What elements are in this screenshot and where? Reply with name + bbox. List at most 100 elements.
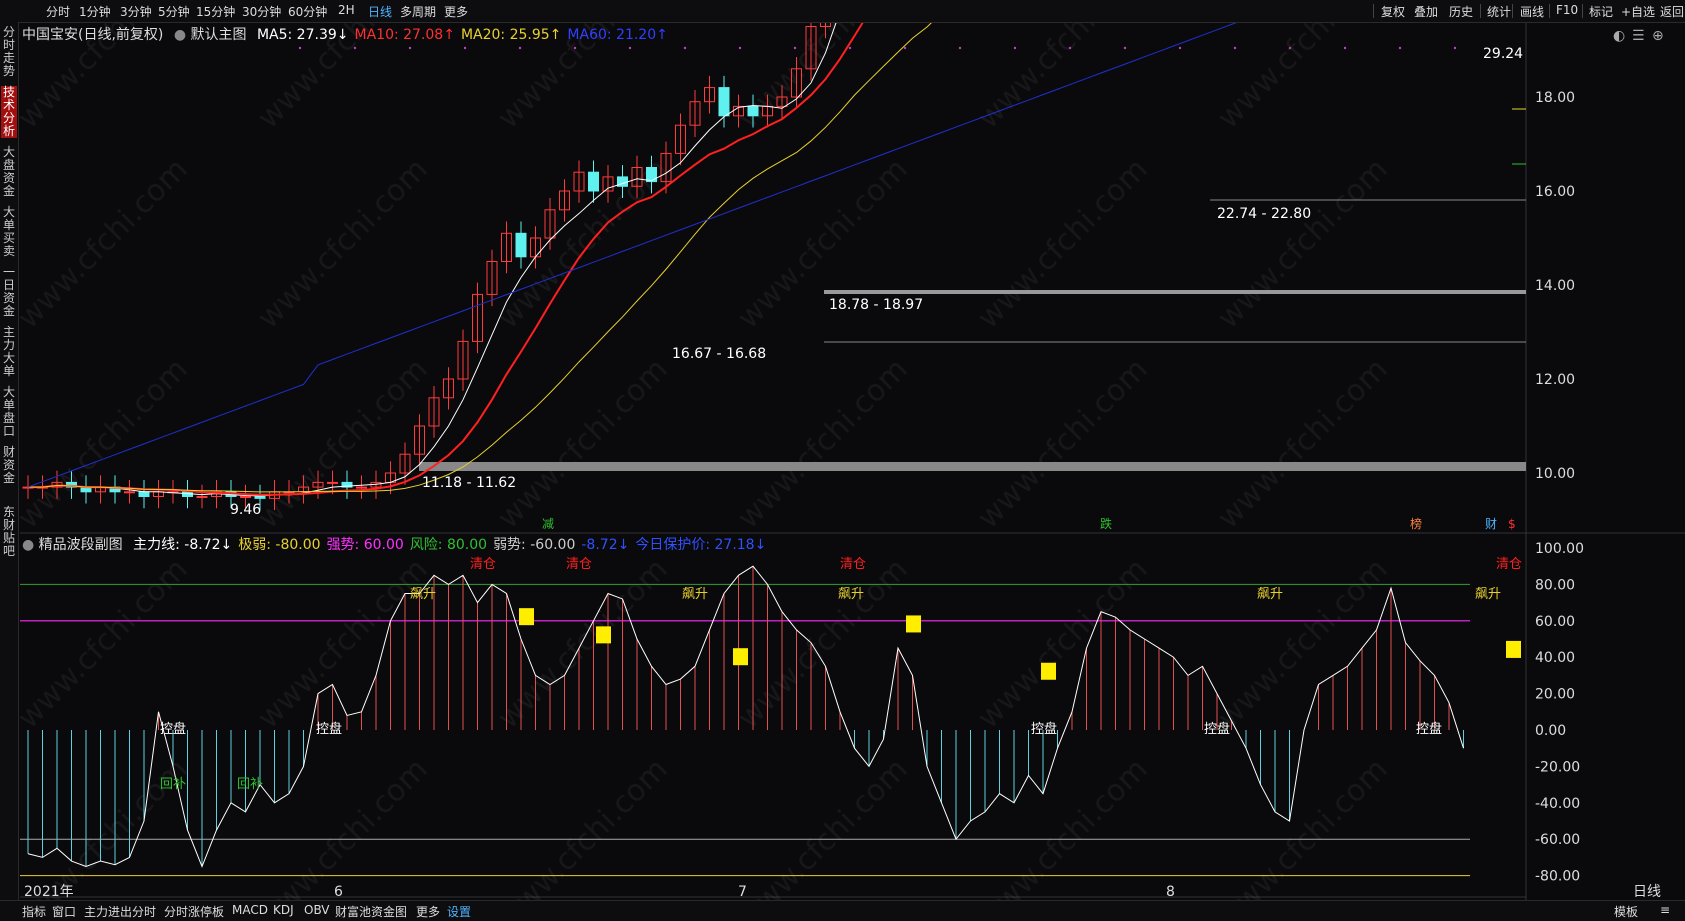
signal-dot (1288, 46, 1292, 50)
tab-15min[interactable]: 15分钟 (196, 3, 235, 20)
sub-tick-label: -20.00 (1535, 759, 1580, 775)
draw-line-button[interactable]: 画线 (1520, 3, 1544, 20)
tab-30min[interactable]: 30分钟 (242, 3, 281, 20)
signal-square (1041, 662, 1056, 680)
template-button[interactable]: 模板 (1614, 903, 1638, 920)
tab-settings[interactable]: 设置 (447, 903, 471, 920)
sidebar-item-market-fund[interactable]: 大盘资金 (1, 146, 17, 198)
tab-indicator[interactable]: 指标 (22, 903, 46, 920)
tab-2h[interactable]: 2H (338, 3, 355, 17)
sidebar-item-day-fund[interactable]: 一日资金 (1, 266, 17, 318)
sidebar-item-big-order[interactable]: 大单买卖 (1, 206, 17, 258)
price-tick-label: 10.00 (1535, 466, 1575, 482)
candle-body (196, 496, 208, 498)
tab-timeshare[interactable]: 分时 (46, 3, 70, 20)
signal-dot (463, 46, 467, 50)
event-marker: $ (1508, 517, 1516, 531)
signal-dot (298, 46, 302, 50)
candle-body (515, 232, 527, 258)
buyback-label: 回补 (237, 777, 263, 792)
tab-wealth-pool[interactable]: 财富池资金图 (335, 903, 407, 920)
mark-button[interactable]: 标记 (1589, 3, 1613, 20)
control-label: 控盘 (1416, 721, 1442, 737)
tab-60min[interactable]: 60分钟 (288, 3, 327, 20)
sub-tick-label: -80.00 (1535, 869, 1580, 885)
control-label: 控盘 (1031, 721, 1057, 737)
ma-field: MA20: 25.95↑ (460, 27, 562, 43)
signal-dot (518, 46, 522, 50)
tab-5min[interactable]: 5分钟 (158, 3, 190, 20)
tab-daily[interactable]: 日线 (368, 3, 392, 20)
signal-dot (848, 46, 852, 50)
signal-dot (1178, 46, 1182, 50)
control-label: 控盘 (160, 721, 186, 737)
watermark-text: www.cfchi.com (251, 152, 435, 336)
clear-label: 清仓 (470, 557, 496, 572)
stock-title: 中国宝安(日线,前复权) (22, 27, 164, 43)
signal-dot (1068, 46, 1072, 50)
candle-body (327, 481, 338, 484)
tab-limit-up[interactable]: 分时涨停板 (164, 903, 224, 920)
watermark-text: www.cfchi.com (731, 352, 915, 536)
watermark-text: www.cfchi.com (731, 752, 915, 920)
watermark-text: www.cfchi.com (491, 752, 675, 920)
sidebar-item-forum[interactable]: 东财贴吧 (1, 506, 17, 558)
add-watchlist-button[interactable]: +自选 (1621, 3, 1655, 20)
signal-dot (683, 46, 687, 50)
rise-label: 飙升 (1475, 586, 1501, 602)
tab-window[interactable]: 窗口 (52, 903, 76, 920)
watermark-text: www.cfchi.com (11, 152, 195, 336)
overlay-button[interactable]: 叠加 (1414, 3, 1438, 20)
sub-settings-icon[interactable]: ● (22, 537, 34, 553)
annotation-range: 16.67 - 16.68 (672, 346, 766, 362)
main-chart-mode[interactable]: 默认主图 (191, 27, 247, 43)
xaxis-label: 6 (334, 884, 343, 900)
signal-dot (1398, 46, 1402, 50)
sidebar-item-main-order[interactable]: 主力大单 (1, 326, 17, 378)
candle-body (124, 491, 135, 494)
watermark-text: www.cfchi.com (731, 552, 915, 736)
fuquan-button[interactable]: 复权 (1381, 3, 1405, 20)
candle-body (718, 87, 730, 117)
sidebar-item-timeshare[interactable]: 分时走势 (1, 26, 17, 78)
stats-button[interactable]: 统计 (1487, 3, 1511, 20)
tab-3min[interactable]: 3分钟 (120, 3, 152, 20)
watermark-text: www.cfchi.com (1211, 152, 1395, 336)
tab-macd[interactable]: MACD (232, 903, 268, 917)
settings-icon[interactable]: ● (174, 27, 186, 43)
ma-field: MA10: 27.08↑ (354, 27, 455, 43)
history-button[interactable]: 历史 (1449, 3, 1473, 20)
menu-icon[interactable]: ≡ (1660, 903, 1670, 917)
back-button[interactable]: 返回 (1660, 3, 1684, 20)
rise-label: 飙升 (1257, 586, 1283, 602)
xaxis-label: 8 (1166, 884, 1175, 900)
sidebar-item-technical[interactable]: 技术分析 (1, 86, 17, 138)
signal-square (519, 608, 534, 626)
signal-dot (1453, 46, 1457, 50)
tab-multi-period[interactable]: 多周期 (400, 3, 436, 20)
chart-canvas[interactable]: www.cfchi.comwww.cfchi.comwww.cfchi.comw… (0, 0, 1685, 920)
event-marker: 财 (1485, 517, 1497, 531)
sidebar-item-fund[interactable]: 财资金 (1, 446, 17, 485)
sub-field: 极弱: -80.00 (238, 537, 321, 553)
signal-dot (1013, 46, 1017, 50)
price-tick-label: 12.00 (1535, 372, 1575, 388)
sub-chart-title[interactable]: 精品波段副图 (39, 537, 123, 553)
price-tick-label: 14.00 (1535, 278, 1575, 294)
signal-square (906, 615, 921, 633)
signal-dot (903, 46, 907, 50)
candle-body (356, 486, 367, 489)
sidebar-item-order-book[interactable]: 大单盘口 (1, 386, 17, 438)
watermark-text: www.cfchi.com (11, 352, 195, 536)
watermark-text: www.cfchi.com (491, 552, 675, 736)
tab-main-inout[interactable]: 主力进出分时 (84, 903, 156, 920)
tab-kdj[interactable]: KDJ (273, 903, 294, 917)
f10-button[interactable]: F10 (1556, 3, 1578, 17)
tab-more[interactable]: 更多 (444, 3, 468, 20)
watermark-text: www.cfchi.com (1211, 552, 1395, 736)
tab-more[interactable]: 更多 (416, 903, 440, 920)
tab-1min[interactable]: 1分钟 (79, 3, 111, 20)
tab-obv[interactable]: OBV (304, 903, 330, 917)
candle-body (254, 496, 266, 499)
period-toolbar: 分时 1分钟 3分钟 5分钟 15分钟 30分钟 60分钟 2H 日线 多周期 … (0, 0, 1685, 23)
